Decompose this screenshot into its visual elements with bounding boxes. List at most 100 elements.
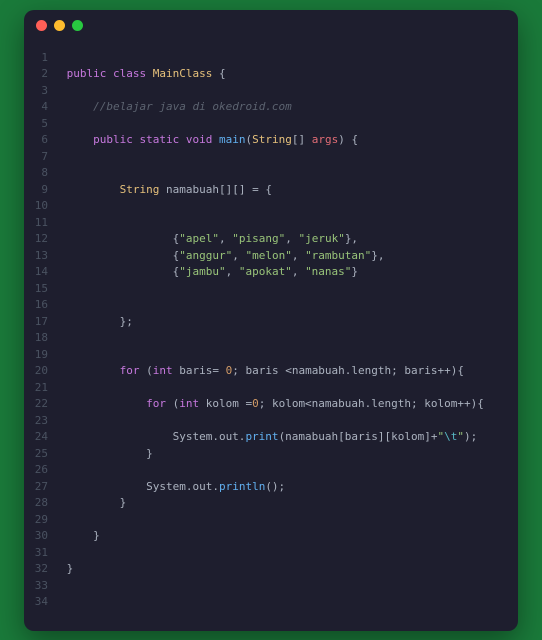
token-num: 0 — [252, 397, 259, 410]
code-line[interactable]: for (int kolom =0; kolom<namabuah.length… — [60, 396, 484, 413]
line-number: 1 — [32, 50, 48, 67]
token-fn: main — [219, 133, 246, 146]
code-line[interactable]: public class MainClass { — [60, 66, 484, 83]
code-line[interactable]: }; — [60, 314, 484, 331]
token-pn: , — [232, 249, 245, 262]
token-pn: , — [219, 232, 232, 245]
token-type: String — [120, 183, 160, 196]
code-line[interactable] — [60, 83, 484, 100]
code-line[interactable]: System.out.println(); — [60, 479, 484, 496]
code-line[interactable] — [60, 594, 484, 611]
code-line[interactable] — [60, 413, 484, 430]
code-line[interactable] — [60, 215, 484, 232]
token-str: "apokat" — [239, 265, 292, 278]
line-number: 9 — [32, 182, 48, 199]
token-pn: } — [60, 447, 153, 460]
close-icon[interactable] — [36, 20, 47, 31]
code-line[interactable]: {"jambu", "apokat", "nanas"} — [60, 264, 484, 281]
code-line[interactable] — [60, 198, 484, 215]
code-area[interactable]: 1234567891011121314151617181920212223242… — [24, 42, 518, 631]
code-line[interactable] — [60, 330, 484, 347]
token-str: "nanas" — [305, 265, 351, 278]
code-line[interactable]: public static void main(String[] args) { — [60, 132, 484, 149]
token-var: ; baris <namabuah.length; baris++){ — [232, 364, 464, 377]
token-str: "melon" — [245, 249, 291, 262]
code-line[interactable] — [60, 165, 484, 182]
token-pn: { — [60, 249, 179, 262]
token-pn — [146, 67, 153, 80]
token-cls: MainClass — [153, 67, 213, 80]
line-number: 6 — [32, 132, 48, 149]
token-pn: }, — [345, 232, 358, 245]
token-pn: , — [292, 265, 305, 278]
code-line[interactable]: } — [60, 561, 484, 578]
code-line[interactable]: } — [60, 528, 484, 545]
token-var: baris= — [173, 364, 226, 377]
code-line[interactable] — [60, 347, 484, 364]
minimize-icon[interactable] — [54, 20, 65, 31]
line-number: 29 — [32, 512, 48, 529]
line-number: 3 — [32, 83, 48, 100]
token-str: "anggur" — [179, 249, 232, 262]
line-number: 18 — [32, 330, 48, 347]
code-line[interactable]: } — [60, 446, 484, 463]
code-line[interactable] — [60, 149, 484, 166]
code-line[interactable] — [60, 462, 484, 479]
line-number: 22 — [32, 396, 48, 413]
token-var: (namabuah[baris][kolom]+ — [279, 430, 438, 443]
token-str: "jeruk" — [298, 232, 344, 245]
token-pn: ) { — [338, 133, 358, 146]
token-str: "pisang" — [232, 232, 285, 245]
token-pn: }, — [371, 249, 384, 262]
token-pn: { — [60, 265, 179, 278]
code-content[interactable]: public class MainClass { //belajar java … — [60, 50, 484, 611]
code-line[interactable] — [60, 545, 484, 562]
line-number: 17 — [32, 314, 48, 331]
code-line[interactable] — [60, 281, 484, 298]
token-kw: int — [179, 397, 199, 410]
code-line[interactable]: } — [60, 495, 484, 512]
code-line[interactable]: {"apel", "pisang", "jeruk"}, — [60, 231, 484, 248]
line-number: 11 — [32, 215, 48, 232]
line-number: 23 — [32, 413, 48, 430]
titlebar — [24, 10, 518, 42]
line-number: 32 — [32, 561, 48, 578]
token-escape: \t — [444, 430, 457, 443]
line-number: 5 — [32, 116, 48, 133]
token-pn — [179, 133, 186, 146]
token-pn: }; — [60, 315, 133, 328]
code-line[interactable]: for (int baris= 0; baris <namabuah.lengt… — [60, 363, 484, 380]
code-line[interactable]: {"anggur", "melon", "rambutan"}, — [60, 248, 484, 265]
line-number: 21 — [32, 380, 48, 397]
token-pn: [] — [292, 133, 312, 146]
code-line[interactable] — [60, 297, 484, 314]
code-line[interactable]: System.out.print(namabuah[baris][kolom]+… — [60, 429, 484, 446]
token-pn: } — [60, 529, 100, 542]
line-number: 24 — [32, 429, 48, 446]
code-line[interactable] — [60, 50, 484, 67]
token-var: ); — [464, 430, 477, 443]
token-var: System.out. — [60, 430, 245, 443]
token-fn: print — [245, 430, 278, 443]
token-var: kolom = — [199, 397, 252, 410]
token-pn: ( — [139, 364, 152, 377]
code-line[interactable] — [60, 578, 484, 595]
token-pn — [60, 364, 120, 377]
code-line[interactable]: //belajar java di okedroid.com — [60, 99, 484, 116]
line-number: 28 — [32, 495, 48, 512]
token-kw: static — [140, 133, 180, 146]
code-editor-window: 1234567891011121314151617181920212223242… — [24, 10, 518, 631]
token-str: "rambutan" — [305, 249, 371, 262]
token-pn — [60, 67, 67, 80]
code-line[interactable] — [60, 380, 484, 397]
maximize-icon[interactable] — [72, 20, 83, 31]
token-str: "apel" — [179, 232, 219, 245]
code-line[interactable]: String namabuah[][] = { — [60, 182, 484, 199]
token-var: ; kolom<namabuah.length; kolom++){ — [259, 397, 484, 410]
token-kw: for — [120, 364, 140, 377]
code-line[interactable] — [60, 512, 484, 529]
token-pn: ( — [166, 397, 179, 410]
code-line[interactable] — [60, 116, 484, 133]
token-pn: , — [285, 232, 298, 245]
token-pn — [106, 67, 113, 80]
